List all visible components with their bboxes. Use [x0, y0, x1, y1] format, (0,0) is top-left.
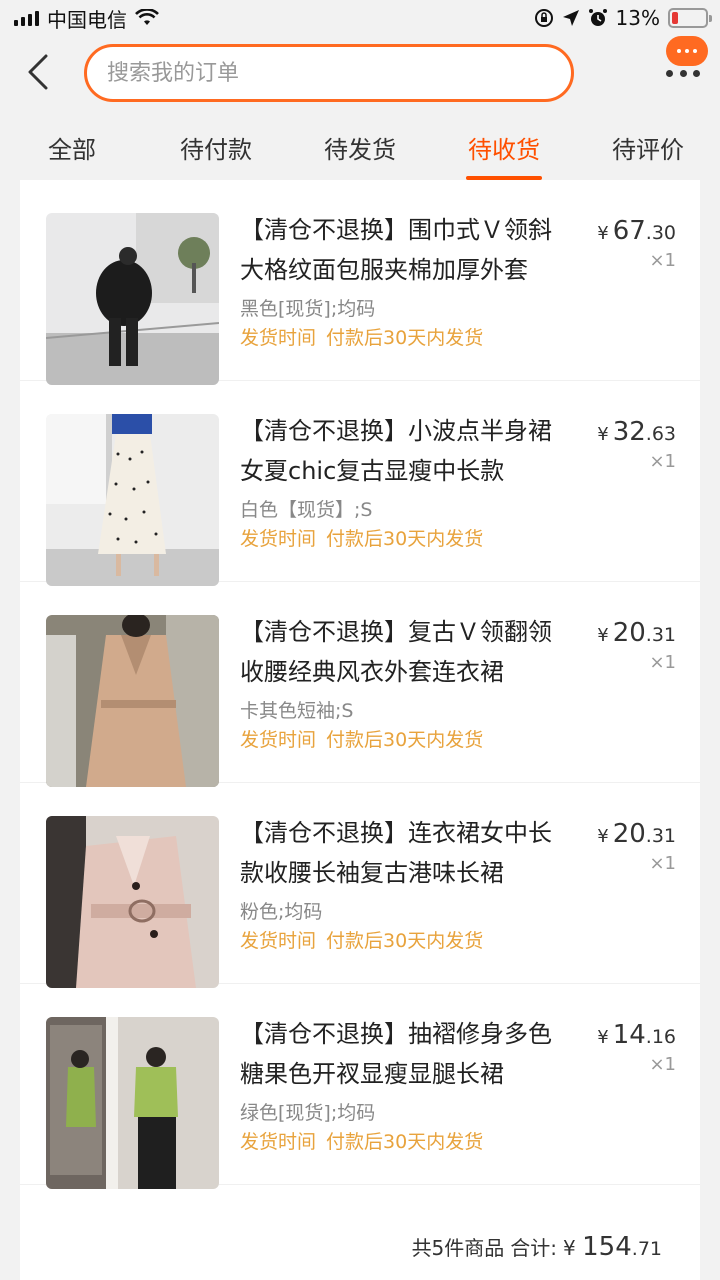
product-price: ¥67.30: [597, 216, 676, 246]
alarm-icon: [588, 9, 607, 26]
carrier-name: 中国电信: [47, 7, 127, 32]
chevron-left-icon: [28, 54, 48, 90]
shipping-value: 付款后30天内发货: [326, 528, 484, 550]
shipping-label: 发货时间: [240, 327, 317, 349]
back-button[interactable]: [18, 50, 58, 94]
product-quantity: ×1: [649, 853, 676, 874]
product-quantity: ×1: [649, 1054, 676, 1075]
product-quantity: ×1: [649, 451, 676, 472]
product-sku: 卡其色短袖;S: [240, 700, 354, 722]
product-sku: 粉色;均码: [240, 901, 323, 923]
order-item[interactable]: 【清仓不退换】连衣裙女中长款收腰长袖复古港味长裙 粉色;均码 发货时间 付款后30…: [20, 783, 700, 988]
total-amount: ¥ 154.71: [563, 1232, 662, 1262]
order-item[interactable]: 【清仓不退换】围巾式Ｖ领斜大格纹面包服夹棉加厚外套 黑色[现货];均码 发货时间…: [20, 180, 700, 385]
product-image[interactable]: [46, 213, 219, 385]
order-tabs: 全部 待付款 待发货 待收货 待评价: [0, 114, 720, 180]
shipping-value: 付款后30天内发货: [326, 930, 484, 952]
battery-icon: [668, 8, 712, 28]
product-sku: 绿色[现货];均码: [240, 1102, 376, 1124]
product-sku: 白色【现货】;S: [240, 499, 373, 521]
product-quantity: ×1: [649, 652, 676, 673]
product-image[interactable]: [46, 1017, 219, 1189]
product-price: ¥14.16: [597, 1020, 676, 1050]
shipping-label: 发货时间: [240, 729, 317, 751]
shipping-info: 发货时间 付款后30天内发货: [240, 926, 483, 953]
order-item[interactable]: 【清仓不退换】小波点半身裙女夏chic复古显瘦中长款 白色【现货】;S 发货时间…: [20, 381, 700, 586]
shipping-value: 付款后30天内发货: [326, 327, 484, 349]
shipping-label: 发货时间: [240, 930, 317, 952]
product-price: ¥32.63: [597, 417, 676, 447]
product-price: ¥20.31: [597, 819, 676, 849]
shipping-label: 发货时间: [240, 1131, 317, 1153]
product-title[interactable]: 【清仓不退换】连衣裙女中长款收腰长袖复古港味长裙: [240, 813, 570, 893]
shipping-label: 发货时间: [240, 528, 317, 550]
tab-pending-review[interactable]: 待评价: [576, 114, 720, 180]
shipping-info: 发货时间 付款后30天内发货: [240, 725, 483, 752]
signal-icon: [14, 10, 39, 26]
tab-pending-payment[interactable]: 待付款: [144, 114, 288, 180]
tab-all[interactable]: 全部: [0, 114, 144, 180]
status-bar: 中国电信 13%: [0, 0, 720, 36]
order-summary: 共5件商品 合计: ¥ 154.71: [412, 1232, 662, 1262]
item-count: 共5件商品: [411, 1236, 505, 1260]
order-card: 【清仓不退换】围巾式Ｖ领斜大格纹面包服夹棉加厚外套 黑色[现货];均码 发货时间…: [20, 180, 700, 1280]
product-image[interactable]: [46, 414, 219, 586]
product-quantity: ×1: [649, 250, 676, 271]
product-sku: 黑色[现货];均码: [240, 298, 376, 320]
product-title[interactable]: 【清仓不退换】抽褶修身多色糖果色开衩显瘦显腿长裙: [240, 1014, 570, 1094]
tab-pending-shipment[interactable]: 待发货: [288, 114, 432, 180]
total-label: 合计:: [510, 1236, 558, 1260]
wifi-icon: [135, 9, 159, 25]
shipping-info: 发货时间 付款后30天内发货: [240, 323, 483, 350]
tab-pending-receipt[interactable]: 待收货: [432, 114, 576, 180]
product-title[interactable]: 【清仓不退换】围巾式Ｖ领斜大格纹面包服夹棉加厚外套: [240, 210, 570, 290]
product-price: ¥20.31: [597, 618, 676, 648]
order-item[interactable]: 【清仓不退换】复古Ｖ领翻领收腰经典风衣外套连衣裙 卡其色短袖;S 发货时间 付款后…: [20, 582, 700, 787]
battery-percent: 13%: [615, 6, 660, 30]
shipping-value: 付款后30天内发货: [326, 1131, 484, 1153]
orientation-lock-icon: [534, 9, 553, 27]
message-badge[interactable]: [666, 36, 708, 66]
location-icon: [562, 10, 579, 26]
order-item[interactable]: 【清仓不退换】抽褶修身多色糖果色开衩显瘦显腿长裙 绿色[现货];均码 发货时间付…: [20, 984, 700, 1189]
shipping-value: 付款后30天内发货: [326, 729, 484, 751]
product-image[interactable]: [46, 816, 219, 988]
product-title[interactable]: 【清仓不退换】小波点半身裙女夏chic复古显瘦中长款: [240, 411, 570, 491]
search-box[interactable]: [84, 44, 574, 102]
product-image[interactable]: [46, 615, 219, 787]
header: [0, 36, 720, 114]
more-menu-button[interactable]: [666, 68, 700, 78]
shipping-info: 发货时间 付款后30天内发货: [240, 1127, 483, 1154]
search-input[interactable]: [107, 60, 571, 86]
product-title[interactable]: 【清仓不退换】复古Ｖ领翻领收腰经典风衣外套连衣裙: [240, 612, 570, 692]
shipping-info: 发货时间 付款后30天内发货: [240, 524, 483, 551]
